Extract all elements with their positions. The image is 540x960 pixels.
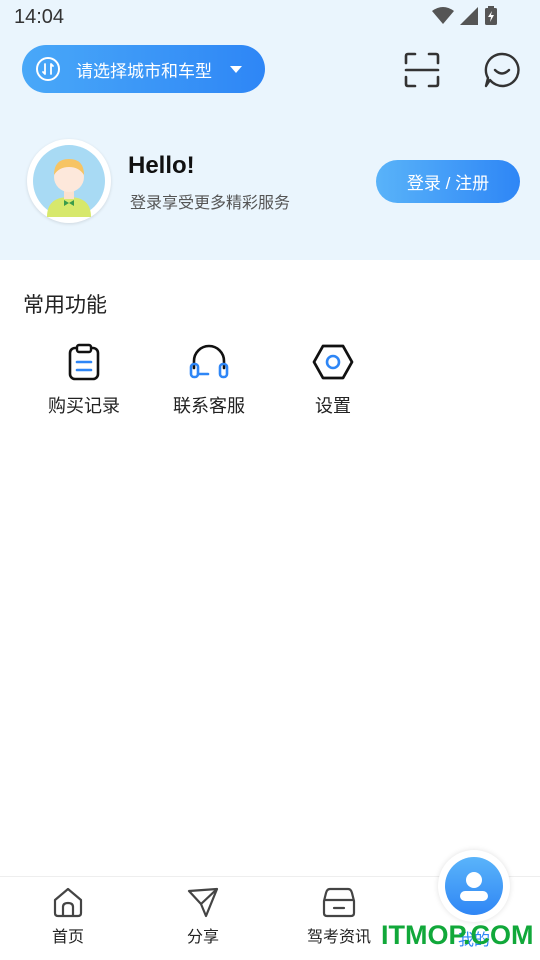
purchase-records-item[interactable]: 购买记录 (29, 340, 139, 424)
message-button[interactable] (482, 50, 522, 90)
user-icon (445, 857, 503, 915)
city-car-selector[interactable]: 请选择城市和车型 (22, 45, 265, 93)
settings-item[interactable]: 设置 (278, 340, 388, 424)
login-subtitle: 登录享受更多精彩服务 (130, 195, 291, 212)
nav-me[interactable] (438, 850, 510, 922)
clipboard-icon (62, 340, 106, 384)
car-icon (322, 887, 356, 918)
status-icons (432, 6, 498, 26)
status-time: 14:04 (14, 6, 65, 28)
nav-label: 驾考资讯 (306, 929, 371, 946)
nav-driving-news[interactable]: 驾考资讯 (289, 885, 389, 955)
home-icon (53, 887, 83, 918)
func-label: 设置 (315, 396, 351, 416)
battery-icon (485, 6, 497, 25)
nav-share[interactable]: 分享 (153, 885, 253, 955)
section-title: 常用功能 (23, 294, 107, 317)
default-avatar-icon (33, 145, 105, 217)
greeting: Hello! (128, 152, 195, 179)
swap-icon (36, 57, 60, 81)
hexagon-settings-icon (311, 340, 355, 384)
status-bar: 14:04 (0, 0, 540, 36)
scan-icon (404, 52, 440, 88)
paper-plane-icon (187, 887, 219, 918)
func-label: 联系客服 (173, 396, 245, 416)
city-selector-label: 请选择城市和车型 (76, 61, 212, 81)
contact-service-item[interactable]: 联系客服 (154, 340, 264, 424)
chat-icon (484, 52, 520, 88)
nav-label: 首页 (51, 929, 84, 946)
nav-home[interactable]: 首页 (18, 885, 118, 955)
login-register-button[interactable]: 登录 / 注册 (376, 160, 520, 203)
nav-label: 分享 (186, 929, 219, 946)
func-label: 购买记录 (48, 396, 120, 416)
wifi-icon (432, 7, 454, 24)
watermark: ITMOP.COM (381, 920, 534, 950)
avatar[interactable] (27, 139, 111, 223)
signal-icon (460, 7, 478, 25)
headset-icon (187, 340, 231, 384)
scan-button[interactable] (402, 50, 442, 90)
chevron-down-icon (230, 65, 242, 73)
